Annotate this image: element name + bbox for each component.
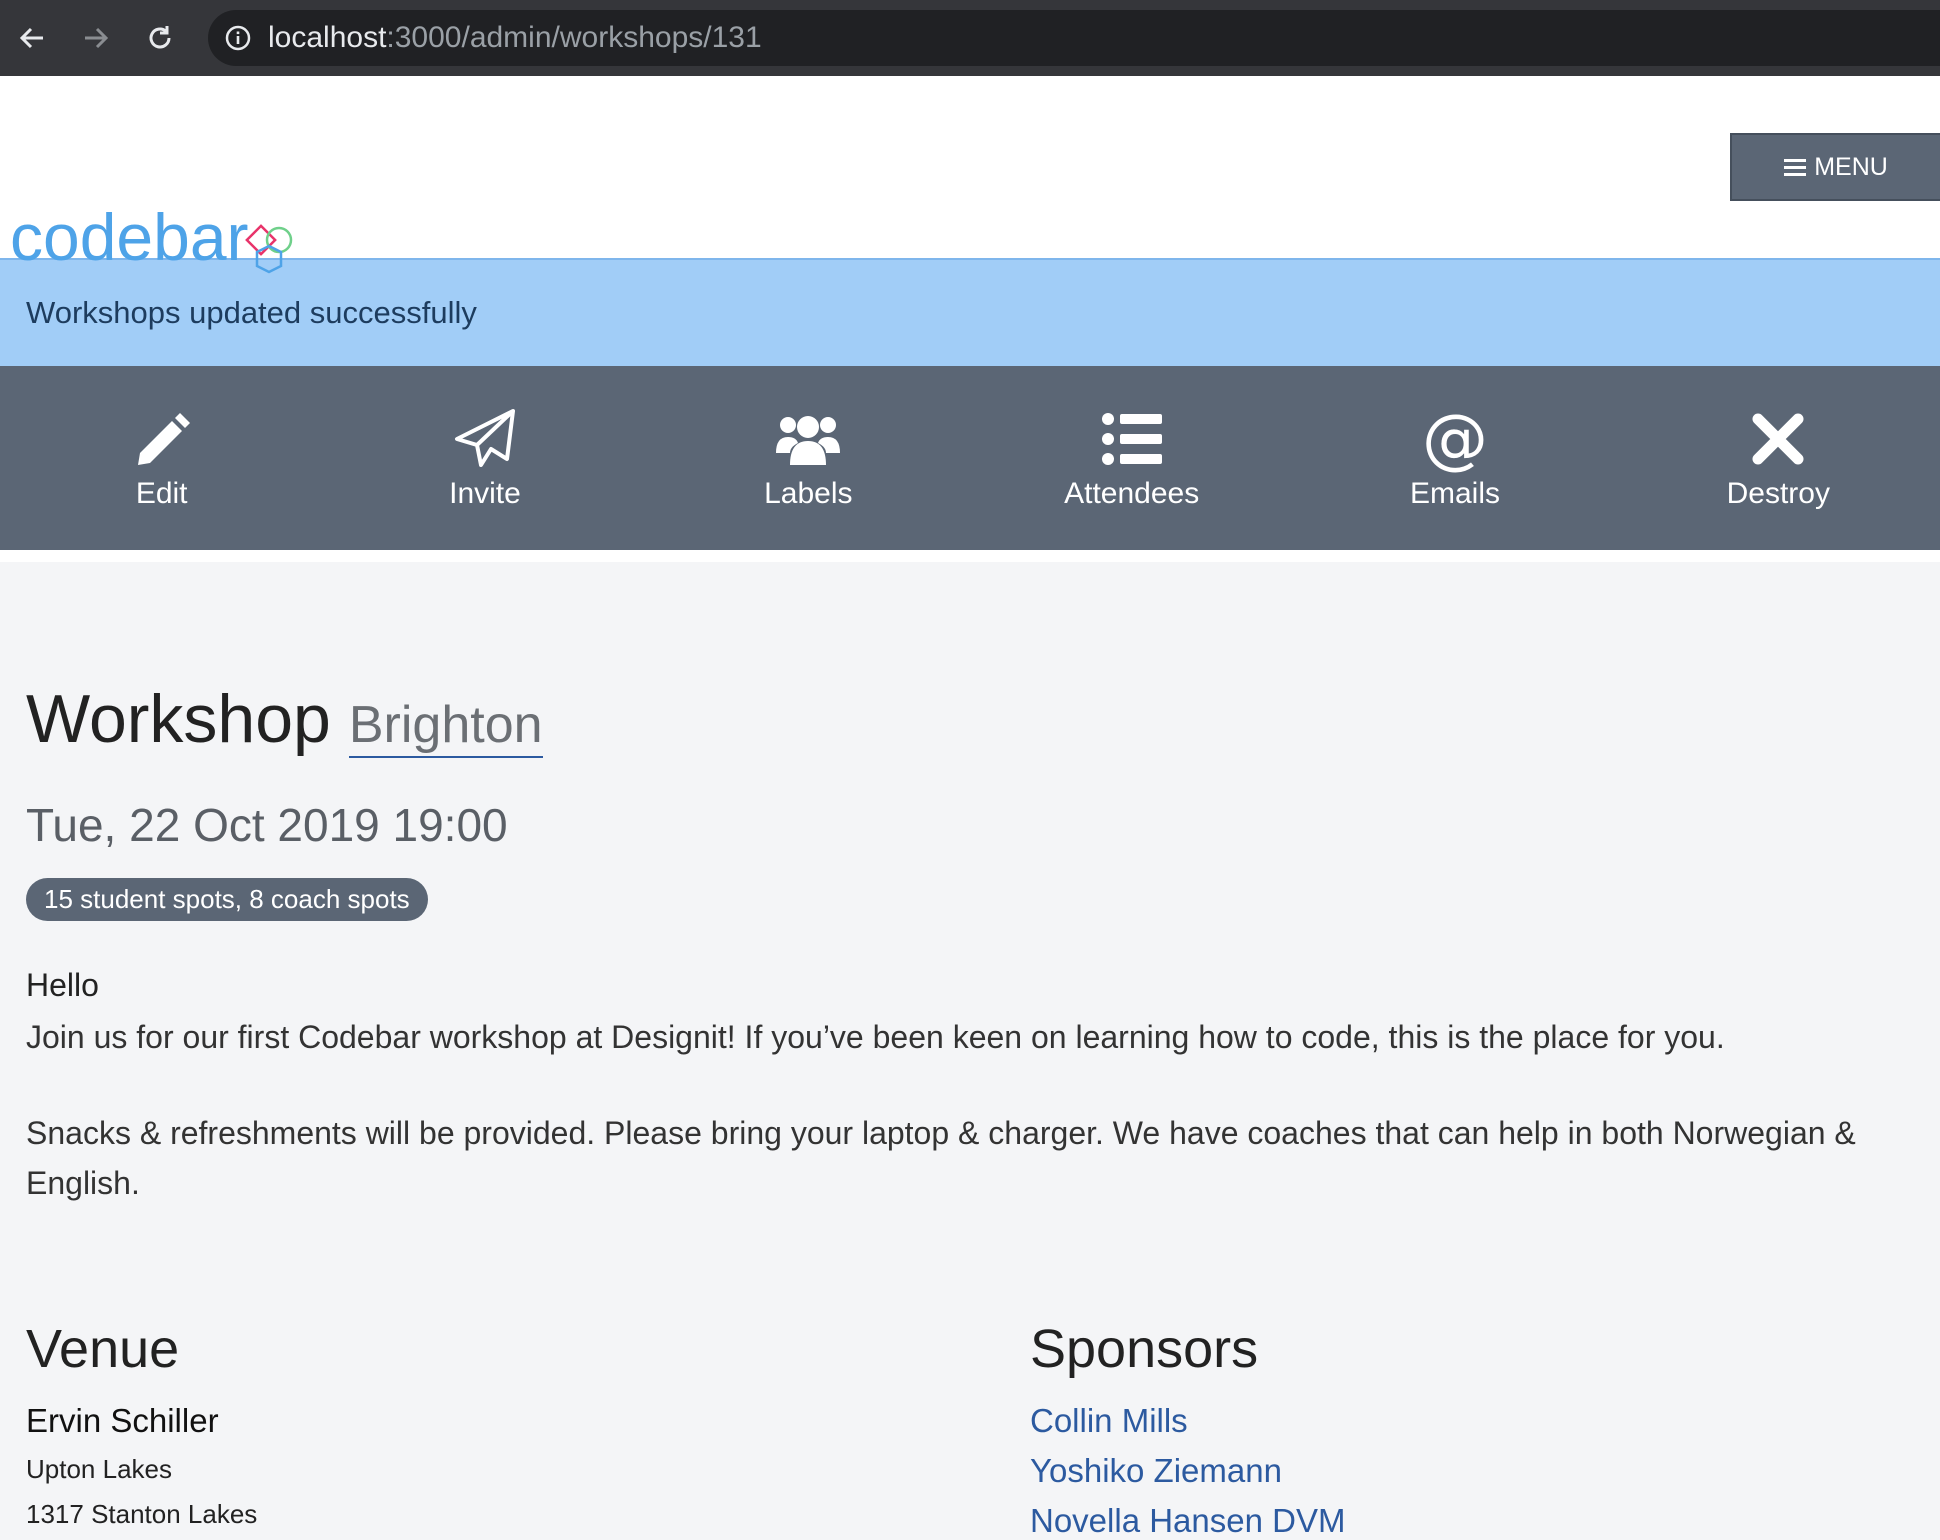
menu-button[interactable]: MENU [1730,133,1940,201]
back-button[interactable] [0,0,64,76]
address-bar[interactable]: localhost:3000/admin/workshops/131 [208,10,1940,66]
svg-text:@: @ [1422,405,1488,473]
description-heading: Hello [26,967,99,1004]
edit-label: Edit [135,477,188,510]
forward-arrow-icon [85,27,109,49]
workshop-date: Tue, 22 Oct 2019 19:00 [26,799,508,852]
site-info-icon[interactable] [208,24,268,52]
url-host: localhost [268,21,387,54]
reload-button[interactable] [128,0,192,76]
labels-action[interactable]: Labels [647,366,970,550]
at-icon: @ [1422,405,1488,473]
page-title: Workshop Brighton [26,680,1914,759]
forward-button[interactable] [64,0,128,76]
url-path: :3000/admin/workshops/131 [386,21,762,54]
spots-badge: 15 student spots, 8 coach spots [26,878,428,922]
invite-action[interactable]: Invite [323,366,646,550]
sponsor-link[interactable]: Collin Mills [1030,1402,1914,1440]
list-icon [1101,413,1162,465]
venue-address-line-1: Upton Lakes [26,1454,172,1485]
admin-actions-toolbar: Edit Invite Labels Attendees @ Emails De… [0,366,1940,550]
menu-label: MENU [1814,152,1888,181]
logo-shapes-icon [244,224,292,274]
edit-action[interactable]: Edit [0,366,323,550]
venue-name: Ervin Schiller [26,1402,219,1440]
close-icon [1752,413,1804,465]
description-paragraph-1: Join us for our first Codebar workshop a… [26,1019,1725,1056]
browser-toolbar: localhost:3000/admin/workshops/131 [0,0,1940,76]
venue-heading: Venue [26,1319,180,1380]
workshop-details: Workshop Brighton Tue, 22 Oct 2019 19:00… [0,680,1940,1540]
emails-action[interactable]: @ Emails [1293,366,1616,550]
sponsors-heading: Sponsors [1030,1319,1259,1380]
logo-text: codebar [10,200,249,274]
pencil-icon [137,413,190,465]
destroy-action[interactable]: Destroy [1617,366,1940,550]
hamburger-icon [1784,159,1807,176]
attendees-action[interactable]: Attendees [970,366,1293,550]
flash-message: Workshops updated successfully [26,295,477,330]
description-paragraph-2: Snacks & refreshments will be provided. … [26,1115,1856,1202]
labels-label: Labels [764,477,853,510]
chapter-link[interactable]: Brighton [348,694,543,759]
workshop-title: Workshop [26,681,331,757]
invite-label: Invite [449,477,521,510]
sponsor-link[interactable]: Novella Hansen DVM [1030,1502,1914,1540]
venue-sponsors-section: Venue Ervin Schiller Upton Lakes 1317 St… [26,1318,1914,1540]
section-divider [0,550,1940,562]
users-icon [776,416,841,465]
url-text: localhost:3000/admin/workshops/131 [268,21,762,55]
site-header: codebar MENU [0,76,1940,274]
sponsor-link[interactable]: Yoshiko Ziemann [1030,1452,1914,1490]
emails-label: Emails [1409,477,1500,510]
back-arrow-icon [19,27,43,49]
venue-address-line-2: 1317 Stanton Lakes [26,1499,258,1530]
sponsors-section: Sponsors Collin Mills Yoshiko Ziemann No… [1030,1318,1914,1540]
paper-plane-icon [454,409,515,467]
codebar-logo[interactable]: codebar [10,204,299,278]
venue-section: Venue Ervin Schiller Upton Lakes 1317 St… [26,1318,1030,1540]
attendees-label: Attendees [1064,477,1200,510]
destroy-label: Destroy [1726,477,1830,510]
reload-icon [149,26,171,49]
